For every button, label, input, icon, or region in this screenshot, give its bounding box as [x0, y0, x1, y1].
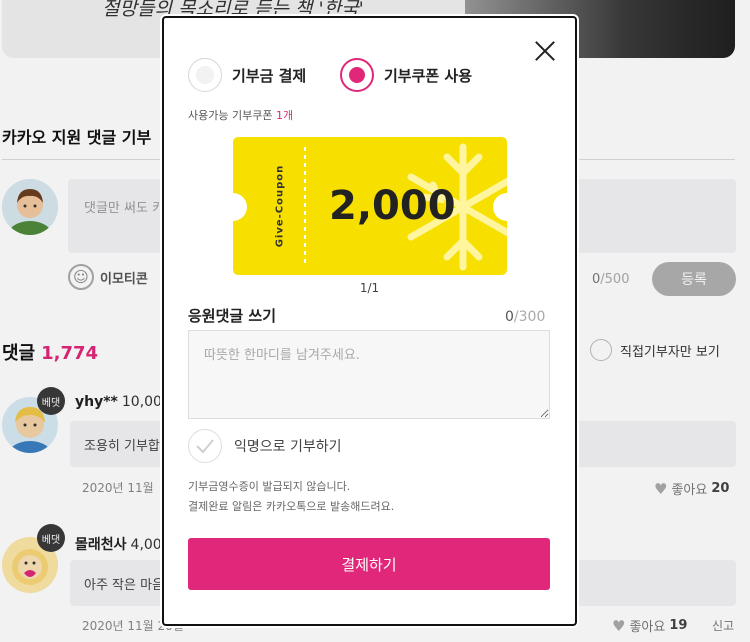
option-coupon-label: 기부쿠폰 사용	[384, 66, 473, 85]
check-icon	[188, 429, 222, 463]
donation-modal: 기부금 결제 기부쿠폰 사용 사용가능 기부쿠폰 1개 Give-Coupon …	[162, 16, 577, 626]
coupon-pager: 1/1	[359, 281, 380, 295]
close-button[interactable]	[532, 38, 558, 64]
available-count: 1개	[275, 109, 294, 122]
option-coupon[interactable]: 기부쿠폰 사용	[340, 58, 472, 92]
option-payment[interactable]: 기부금 결제	[188, 58, 306, 92]
option-payment-label: 기부금 결제	[232, 66, 307, 85]
notice-line-2: 결제완료 알림은 카카오톡으로 발송해드려요.	[188, 500, 395, 513]
cheer-comment-input[interactable]	[188, 330, 550, 419]
available-coupons: 사용가능 기부쿠폰 1개	[188, 109, 294, 122]
notice-line-1: 기부금영수증이 발급되지 않습니다.	[188, 480, 351, 493]
write-char-count: 0/300	[505, 309, 546, 325]
coupon-amount: 2,000	[329, 183, 456, 229]
radio-icon	[188, 58, 222, 92]
write-title: 응원댓글 쓰기	[188, 307, 277, 325]
anonymous-label: 익명으로 기부하기	[234, 439, 342, 455]
pay-button[interactable]: 결제하기	[188, 538, 550, 590]
radio-selected-icon	[340, 58, 374, 92]
anonymous-toggle[interactable]: 익명으로 기부하기	[188, 429, 342, 463]
coupon-card[interactable]: Give-Coupon 2,000	[233, 137, 507, 275]
coupon-side-text: Give-Coupon	[274, 164, 286, 248]
